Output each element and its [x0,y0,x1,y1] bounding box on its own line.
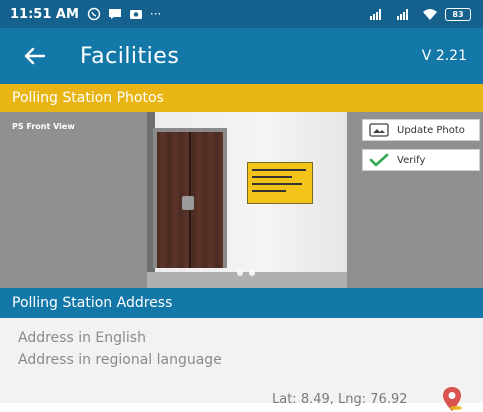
photo-padlock [182,196,194,210]
address-english: Address in English [18,330,146,346]
photo-carousel[interactable]: PS Front View Update Photo Verify [0,112,483,288]
update-photo-button[interactable]: Update Photo [362,119,480,141]
photos-section-header: Polling Station Photos [0,84,483,112]
message-icon [108,9,121,19]
notification-icons: ··· [87,7,161,21]
address-section-title: Polling Station Address [12,295,173,311]
photo-icon [369,123,389,137]
status-time: 11:51 AM [10,6,79,22]
carousel-dot[interactable] [237,270,243,276]
address-regional: Address in regional language [18,352,222,368]
battery-level: 83 [452,9,464,19]
signal-icon-2 [397,9,408,20]
status-bar: 11:51 AM ··· 83 [0,0,483,28]
carousel-dot[interactable] [249,270,255,276]
address-panel: Address in English Address in regional l… [0,318,483,411]
verify-label: Verify [397,154,426,166]
notice-line [252,183,302,185]
notice-line [252,169,306,171]
status-right: 83 [368,7,471,21]
whatsapp-icon [87,7,101,21]
notice-line [252,190,286,192]
verify-button[interactable]: Verify [362,149,480,171]
app-bar: Facilities V 2.21 [0,28,483,84]
page-title: Facilities [80,43,180,69]
battery-icon: 83 [445,7,471,21]
photos-section-title: Polling Station Photos [12,90,164,106]
map-pin-icon[interactable] [441,386,463,412]
back-arrow-icon [24,47,46,65]
notice-line [252,176,292,178]
address-section-header: Polling Station Address [0,288,483,318]
photo-notice-board [247,162,313,204]
more-notifications: ··· [149,7,162,21]
carousel-indicator [237,270,255,276]
photo-label: PS Front View [12,122,75,131]
status-left: 11:51 AM ··· [10,7,161,22]
polling-station-photo[interactable] [147,112,347,288]
back-button[interactable] [22,43,48,69]
camera-icon [129,10,142,19]
app-version: V 2.21 [421,48,467,64]
check-icon [369,153,389,167]
wifi-icon [423,9,437,20]
coordinates-text: Lat: 8.49, Lng: 76.92 [272,392,408,407]
signal-icon [370,9,381,20]
update-photo-label: Update Photo [397,124,465,136]
